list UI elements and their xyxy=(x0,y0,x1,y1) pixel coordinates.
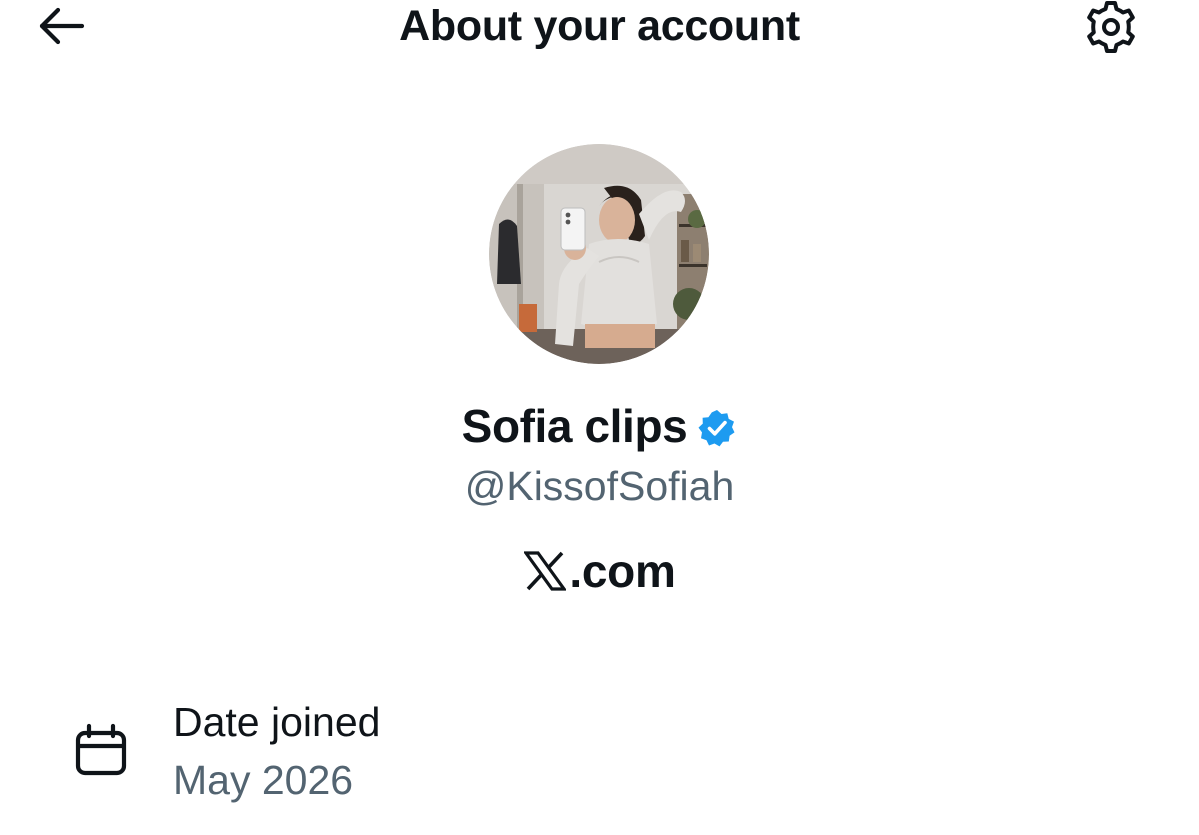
settings-button[interactable] xyxy=(1080,0,1142,54)
arrow-left-icon xyxy=(39,7,85,45)
page-title: About your account xyxy=(399,2,800,50)
account-based-in-domain: .com xyxy=(0,542,1199,600)
gear-icon xyxy=(1087,1,1135,53)
x-logo-icon xyxy=(523,549,567,593)
date-joined-row: Date joined May 2026 xyxy=(0,690,1199,810)
top-bar: About your account xyxy=(0,0,1199,60)
username-handle: @KissofSofiah xyxy=(464,463,735,509)
back-button[interactable] xyxy=(36,2,96,50)
name-row: Sofia clips xyxy=(0,396,1199,456)
verified-badge-icon xyxy=(697,408,737,448)
display-name: Sofia clips xyxy=(461,400,688,452)
date-joined-value: May 2026 xyxy=(173,757,354,803)
domain-text: .com xyxy=(569,545,676,597)
profile-photo xyxy=(489,144,709,364)
date-joined-label: Date joined xyxy=(173,699,381,745)
profile-avatar[interactable] xyxy=(489,144,709,364)
calendar-icon xyxy=(70,720,132,782)
